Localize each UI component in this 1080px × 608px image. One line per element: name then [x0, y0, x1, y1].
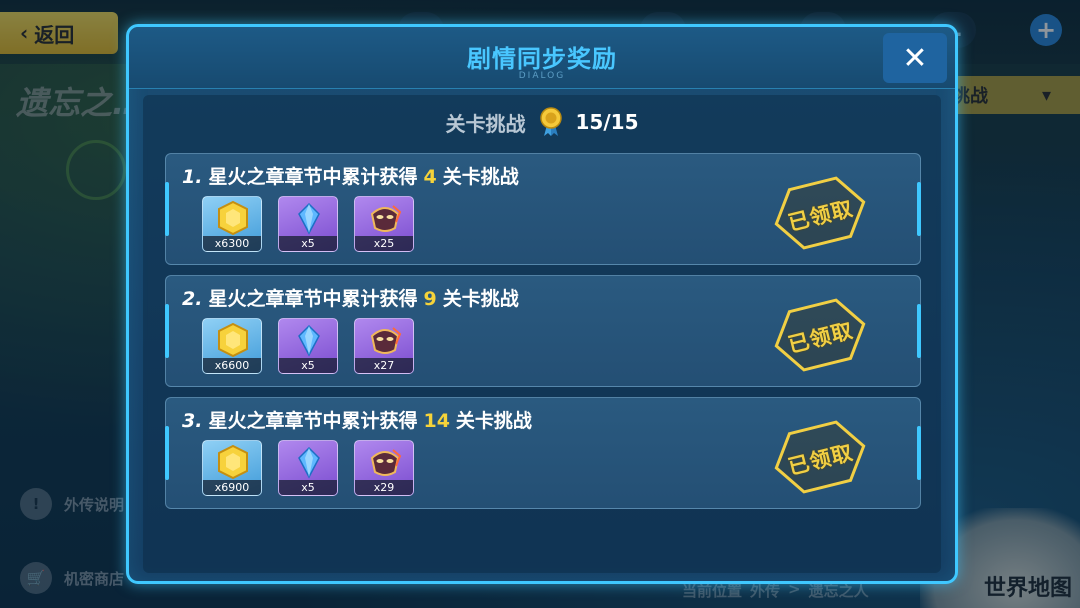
item-quantity: x6600	[203, 358, 261, 373]
reward-card: 3. 星火之章章节中累计获得 14 关卡挑战 x6900 x5 x29 已领取	[165, 397, 921, 509]
reward-item-mask[interactable]: x29	[354, 440, 414, 496]
item-quantity: x6900	[203, 480, 261, 495]
item-quantity: x6300	[203, 236, 261, 251]
reward-condition: 2. 星火之章章节中累计获得 9 关卡挑战	[182, 288, 519, 310]
progress-label: 关卡挑战	[445, 111, 526, 136]
reward-item-gold[interactable]: x6600	[202, 318, 262, 374]
reward-card: 1. 星火之章章节中累计获得 4 关卡挑战 x6300 x5 x25 已领取	[165, 153, 921, 265]
required-count: 9	[423, 288, 437, 310]
required-count: 14	[423, 410, 450, 432]
mask-icon	[370, 327, 402, 354]
item-quantity: x29	[355, 480, 413, 495]
dialog-header: 剧情同步奖励 DIALOG ✕	[129, 27, 955, 89]
reward-item-gold[interactable]: x6900	[202, 440, 262, 496]
blue-crystal-icon	[298, 202, 320, 235]
close-button[interactable]: ✕	[883, 33, 947, 83]
reward-item-mask[interactable]: x27	[354, 318, 414, 374]
reward-items: x6900 x5 x29	[202, 440, 414, 496]
blue-crystal-icon	[298, 446, 320, 479]
reward-item-gold[interactable]: x6300	[202, 196, 262, 252]
close-icon: ✕	[902, 40, 928, 76]
gold-coin-icon	[218, 200, 248, 236]
progress-value: 15/15	[575, 110, 639, 134]
mask-icon	[370, 449, 402, 476]
reward-condition: 1. 星火之章章节中累计获得 4 关卡挑战	[182, 166, 519, 188]
claimed-stamp: 已领取	[765, 291, 874, 378]
reward-condition: 3. 星火之章章节中累计获得 14 关卡挑战	[182, 410, 532, 432]
dialog-body: 关卡挑战 15/15 1. 星火之章章节中累计获得 4 关卡挑战 x6300 x…	[143, 95, 941, 573]
reward-item-crystal[interactable]: x5	[278, 318, 338, 374]
mask-icon	[370, 205, 402, 232]
challenge-progress: 关卡挑战 15/15	[143, 107, 941, 137]
claimed-stamp: 已领取	[765, 413, 874, 500]
claimed-stamp: 已领取	[765, 169, 874, 256]
reward-items: x6600 x5 x27	[202, 318, 414, 374]
medal-icon	[539, 107, 562, 136]
item-quantity: x5	[279, 358, 337, 373]
blue-crystal-icon	[298, 324, 320, 357]
reward-card: 2. 星火之章章节中累计获得 9 关卡挑战 x6600 x5 x27 已领取	[165, 275, 921, 387]
gold-coin-icon	[218, 322, 248, 358]
item-quantity: x25	[355, 236, 413, 251]
required-count: 4	[423, 166, 437, 188]
item-quantity: x5	[279, 236, 337, 251]
reward-items: x6300 x5 x25	[202, 196, 414, 252]
dialog-title: 剧情同步奖励	[467, 45, 617, 73]
item-quantity: x27	[355, 358, 413, 373]
gold-coin-icon	[218, 444, 248, 480]
story-sync-reward-dialog: 剧情同步奖励 DIALOG ✕ 关卡挑战 15/15 1. 星火之章章节中累计获…	[126, 24, 958, 584]
item-quantity: x5	[279, 480, 337, 495]
dialog-subtitle: DIALOG	[518, 71, 566, 81]
reward-item-crystal[interactable]: x5	[278, 196, 338, 252]
reward-item-crystal[interactable]: x5	[278, 440, 338, 496]
reward-item-mask[interactable]: x25	[354, 196, 414, 252]
